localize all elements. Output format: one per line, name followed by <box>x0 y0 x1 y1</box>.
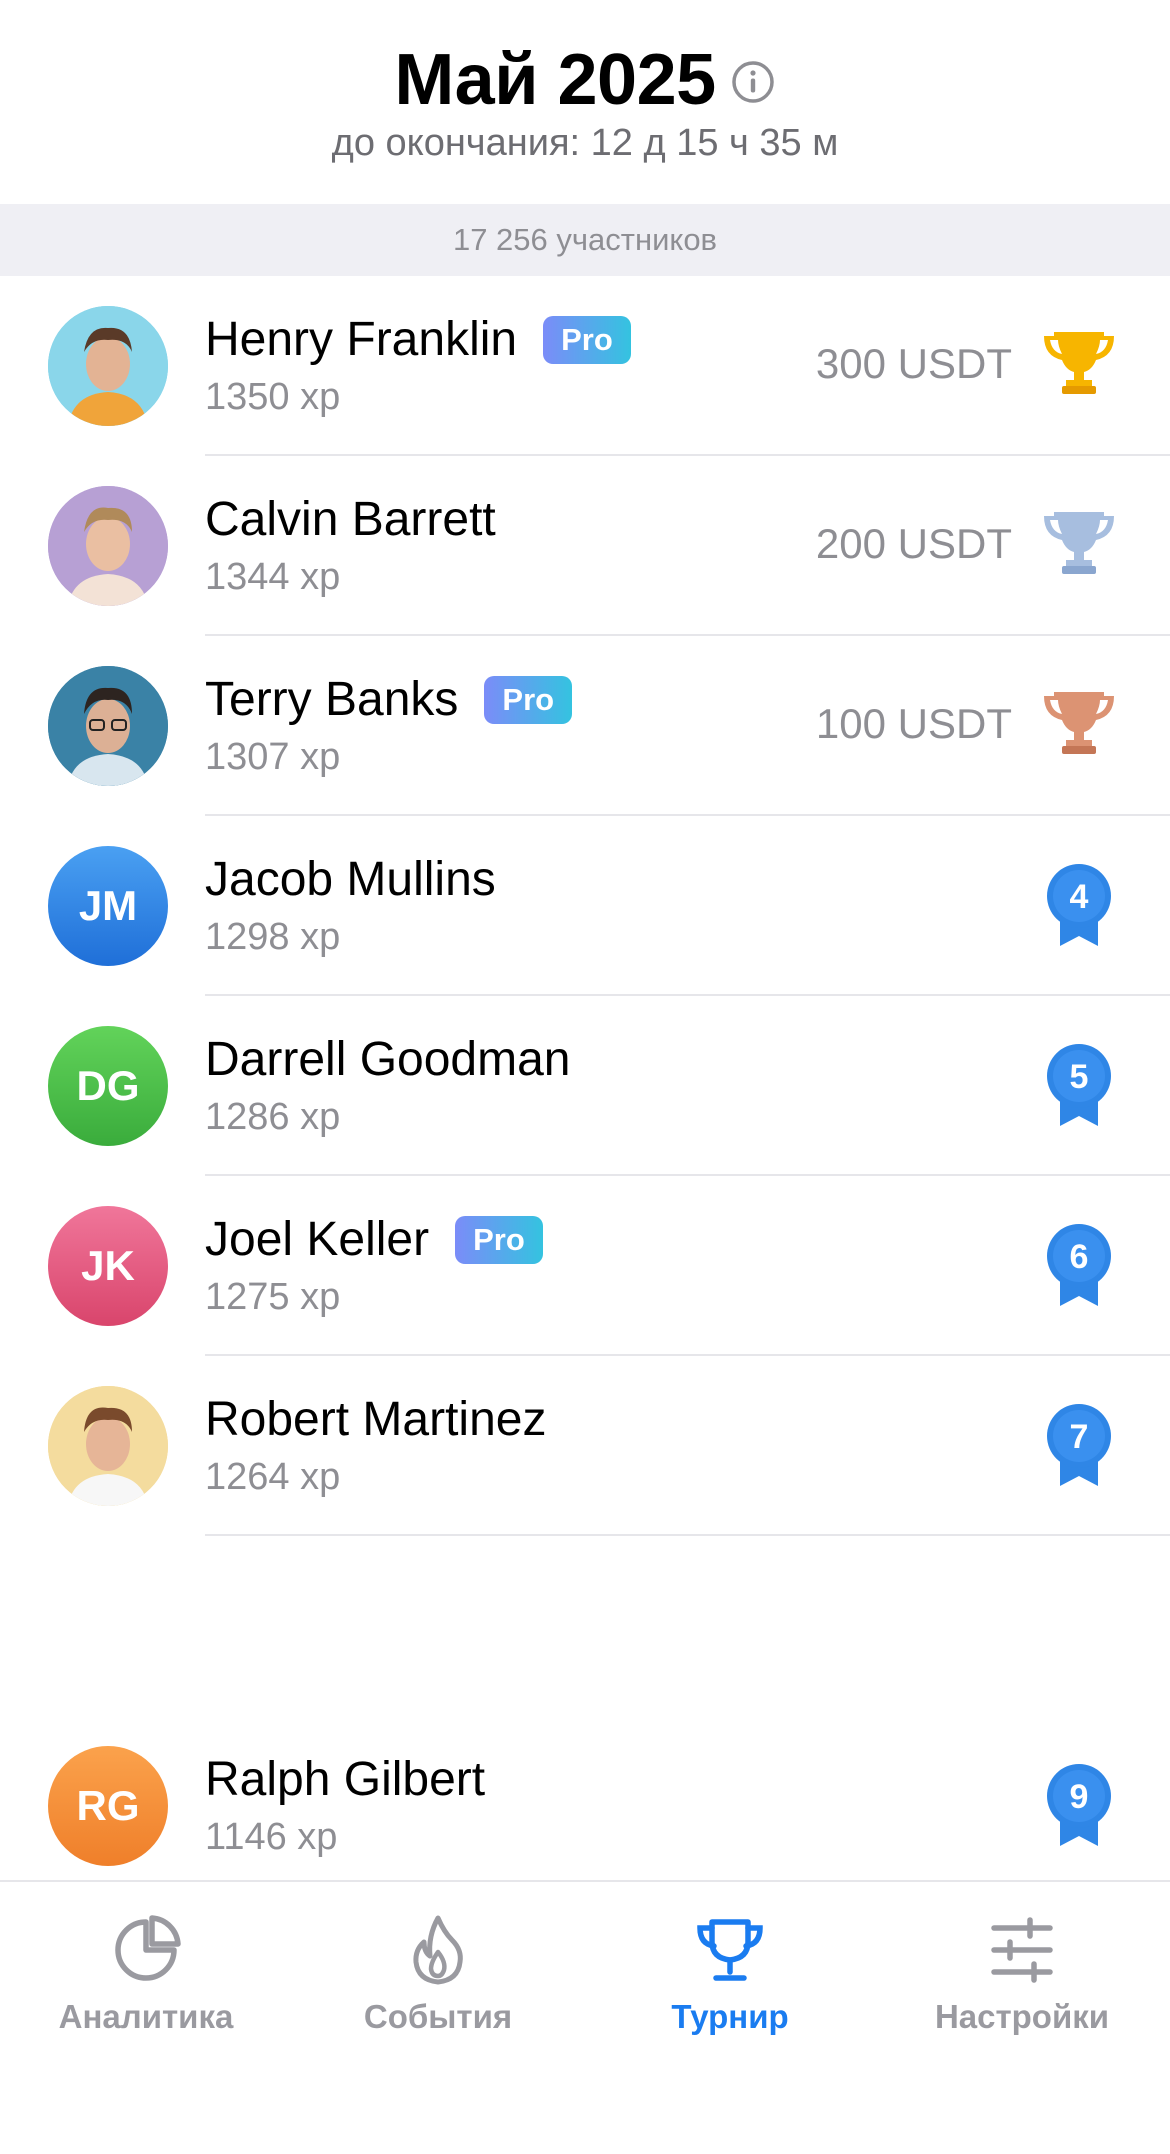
info-icon[interactable] <box>730 59 776 105</box>
current-user-row[interactable]: RG Ralph Gilbert 1146 xp 9 <box>0 1716 1170 1896</box>
player-name: Calvin Barrett <box>205 493 496 546</box>
rank-ribbon-icon: 6 <box>1047 1224 1111 1306</box>
tab-label: Турнир <box>671 1998 789 2035</box>
trophy-icon <box>697 1919 763 1981</box>
rank-number: 9 <box>1070 1778 1089 1816</box>
avatar: RG <box>48 1746 168 1866</box>
rank-number: 7 <box>1070 1418 1089 1456</box>
pro-badge: Pro <box>543 316 631 364</box>
avatar <box>48 666 168 786</box>
rank-ribbon-icon: 4 <box>1047 864 1111 946</box>
tab-label: Аналитика <box>58 1998 234 2035</box>
player-name: Henry Franklin <box>205 313 518 366</box>
participants-count: 17 256 участников <box>0 204 1170 276</box>
pie-chart-icon <box>115 1915 181 1981</box>
player-name: Darrell Goodman <box>205 1033 571 1086</box>
player-name: Jacob Mullins <box>205 853 496 906</box>
player-name: Ralph Gilbert <box>205 1753 486 1806</box>
player-xp: 1350 xp <box>205 376 341 418</box>
rank-number: 4 <box>1070 878 1089 916</box>
player-xp: 1146 xp <box>205 1816 338 1858</box>
avatar: JK <box>48 1206 168 1326</box>
rank-number: 5 <box>1070 1058 1089 1096</box>
tab-bar: Аналитика События Турнир Настройки <box>0 1880 1170 2154</box>
header: Май 2025 до окончания: 12 д 15 ч 35 м <box>0 0 1170 204</box>
player-xp: 1286 xp <box>205 1096 341 1138</box>
rank-ribbon-icon: 7 <box>1047 1404 1111 1486</box>
player-xp: 1275 xp <box>205 1276 341 1318</box>
page-title: Май 2025 <box>394 40 716 120</box>
countdown-text: до окончания: 12 д 15 ч 35 м <box>331 122 839 164</box>
player-name: Joel Keller <box>205 1213 430 1266</box>
rank-ribbon-icon: 5 <box>1047 1044 1111 1126</box>
player-xp: 1264 xp <box>205 1456 341 1498</box>
avatar: DG <box>48 1026 168 1146</box>
player-xp: 1344 xp <box>205 556 341 598</box>
tab-events[interactable]: События <box>292 1912 584 2036</box>
prize-amount: 200 USDT <box>815 520 1012 567</box>
silver-trophy-icon <box>1044 512 1114 574</box>
avatar <box>48 1386 168 1506</box>
list-item[interactable]: JM Jacob Mullins 1298 xp 4 <box>0 816 1170 996</box>
prize-amount: 300 USDT <box>815 340 1012 387</box>
pro-badge: Pro <box>484 676 573 724</box>
avatar <box>48 306 168 426</box>
flame-icon <box>413 1915 463 1985</box>
tab-label: Настройки <box>934 1998 1110 2035</box>
tab-label: События <box>363 1998 513 2035</box>
list-item[interactable]: DG Darrell Goodman 1286 xp 5 <box>0 996 1170 1176</box>
list-item[interactable]: Robert Martinez 1264 xp 7 <box>0 1356 1170 1536</box>
gold-trophy-icon <box>1044 332 1114 394</box>
sliders-icon <box>991 1917 1053 1983</box>
list-item[interactable]: Calvin Barrett 1344 xp 200 USDT <box>0 456 1170 636</box>
list-item[interactable]: Terry Banks Pro 1307 xp 100 USDT <box>0 636 1170 816</box>
player-name: Terry Banks <box>205 673 459 726</box>
row-separator <box>205 1534 1170 1536</box>
rank-number: 6 <box>1070 1238 1089 1276</box>
player-xp: 1298 xp <box>205 916 341 958</box>
list-item[interactable]: JK Joel Keller Pro 1275 xp 6 <box>0 1176 1170 1356</box>
list-item[interactable]: Henry Franklin Pro 1350 xp 300 USDT <box>0 276 1170 456</box>
tab-settings[interactable]: Настройки <box>876 1912 1168 2036</box>
tab-analytics[interactable]: Аналитика <box>0 1912 292 2036</box>
pro-badge: Pro <box>455 1216 543 1264</box>
tab-tournament[interactable]: Турнир <box>584 1912 876 2036</box>
rank-ribbon-icon: 9 <box>1047 1764 1111 1846</box>
player-xp: 1307 xp <box>205 736 341 778</box>
prize-amount: 100 USDT <box>815 700 1012 747</box>
avatar: JM <box>48 846 168 966</box>
player-name: Robert Martinez <box>205 1393 547 1446</box>
bronze-trophy-icon <box>1044 692 1114 754</box>
avatar <box>48 486 168 606</box>
